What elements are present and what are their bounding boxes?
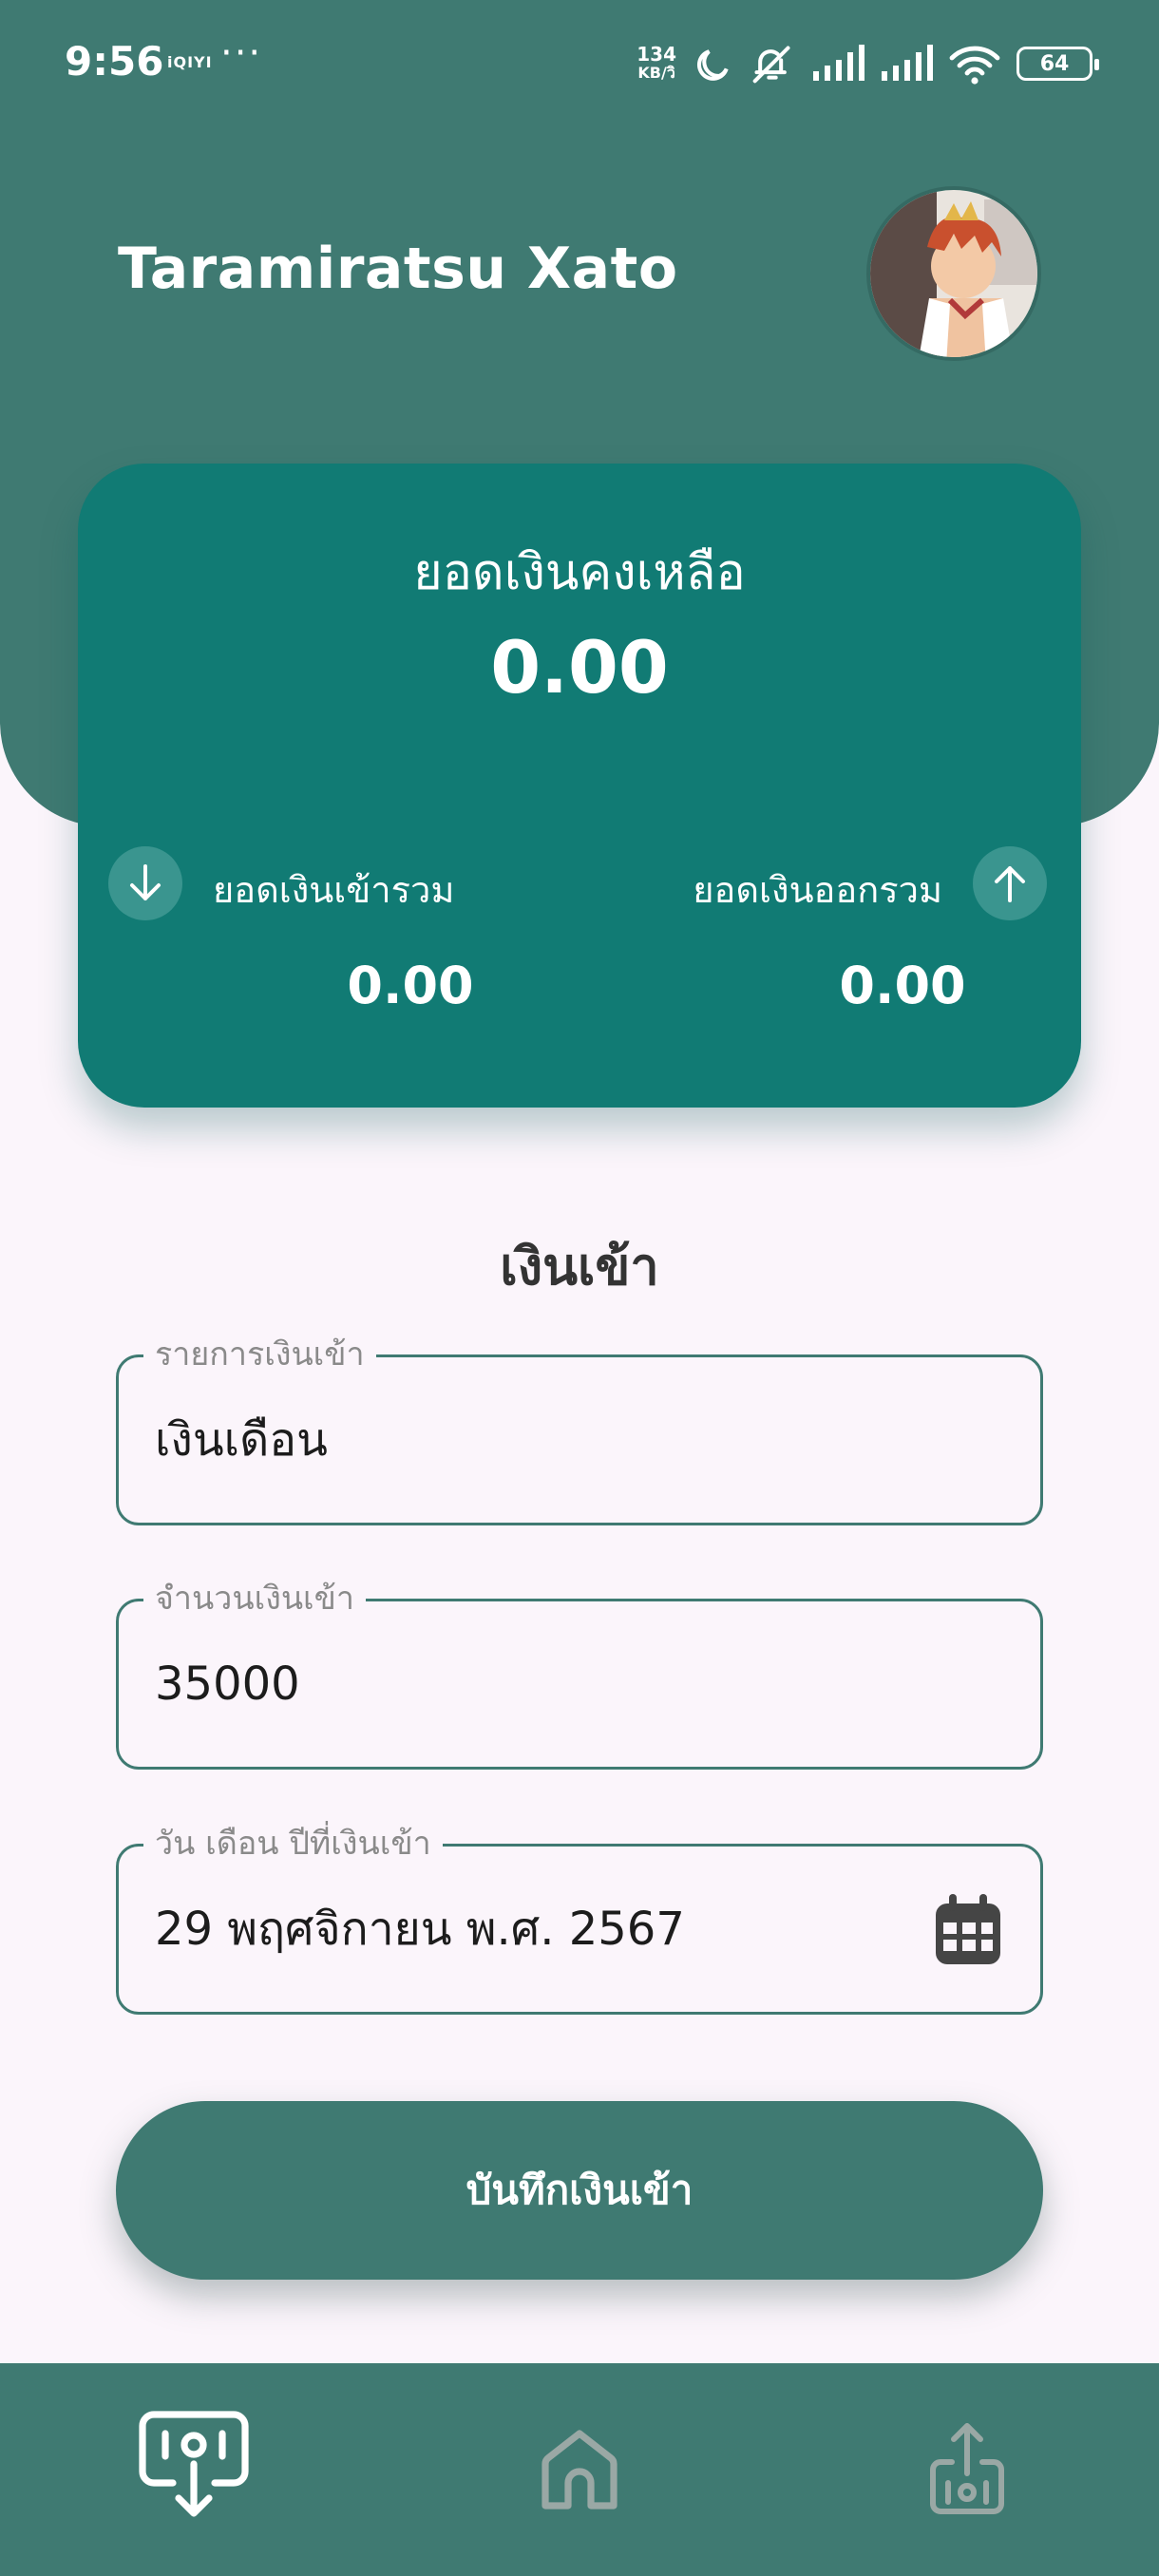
- total-expense-value: 0.00: [839, 956, 966, 1015]
- balance-title: ยอดเงินคงเหลือ: [413, 544, 746, 601]
- user-avatar-icon: [870, 190, 1037, 357]
- signal-icon-2: [882, 45, 933, 81]
- income-item-field[interactable]: รายการเงินเข้า เงินเดือน: [116, 1333, 1043, 1525]
- battery-level: 64: [1039, 51, 1070, 76]
- avatar[interactable]: [866, 186, 1041, 361]
- network-speed: 134 KB/วิ: [636, 45, 676, 83]
- iqiyi-notification-icon: iQIYI: [167, 53, 213, 71]
- total-income-label: ยอดเงินเข้ารวม: [213, 869, 455, 911]
- balance-card: ยอดเงินคงเหลือ 0.00 ยอดเงินเข้ารวม 0.00 …: [78, 464, 1081, 1108]
- income-item-input[interactable]: เงินเดือน: [155, 1357, 328, 1523]
- wifi-icon: [949, 46, 1000, 85]
- arrow-up-icon: [973, 846, 1047, 920]
- total-income-value: 0.00: [347, 956, 474, 1015]
- nav-home-icon[interactable]: [538, 2426, 621, 2513]
- network-speed-value: 134: [636, 43, 676, 66]
- moon-icon: [696, 49, 729, 81]
- status-time: 9:56: [65, 38, 164, 85]
- calendar-icon[interactable]: [932, 1892, 1004, 1968]
- save-income-button[interactable]: บันทึกเงินเข้า: [116, 2101, 1043, 2280]
- nav-income-icon[interactable]: [135, 2407, 253, 2525]
- balance-amount: 0.00: [490, 625, 669, 710]
- income-amount-input[interactable]: 35000: [155, 1601, 300, 1767]
- user-name: Taramiratsu Xato: [118, 236, 678, 302]
- battery-icon: 64: [1016, 47, 1099, 81]
- income-amount-field[interactable]: จำนวนเงินเข้า 35000: [116, 1577, 1043, 1770]
- income-date-field[interactable]: วัน เดือน ปีที่เงินเข้า 29 พฤศจิกายน พ.ศ…: [116, 1822, 1043, 2015]
- more-notifications-icon: ···: [220, 31, 263, 75]
- status-icons: 134 KB/วิ 64: [636, 40, 1099, 87]
- silent-icon: [752, 46, 790, 84]
- form-title: เงินเข้า: [500, 1237, 659, 1297]
- total-expense-label: ยอดเงินออกรวม: [693, 869, 942, 911]
- status-bar: 9:56 iQIYI ··· 134 KB/วิ 64: [0, 0, 1159, 127]
- nav-expense-icon[interactable]: [925, 2420, 1009, 2515]
- signal-icon: [813, 45, 864, 81]
- income-date-input[interactable]: 29 พฤศจิกายน พ.ศ. 2567: [155, 1847, 685, 2012]
- arrow-down-icon: [108, 846, 182, 920]
- network-speed-unit: KB/วิ: [637, 64, 675, 82]
- bottom-nav: [0, 2363, 1159, 2576]
